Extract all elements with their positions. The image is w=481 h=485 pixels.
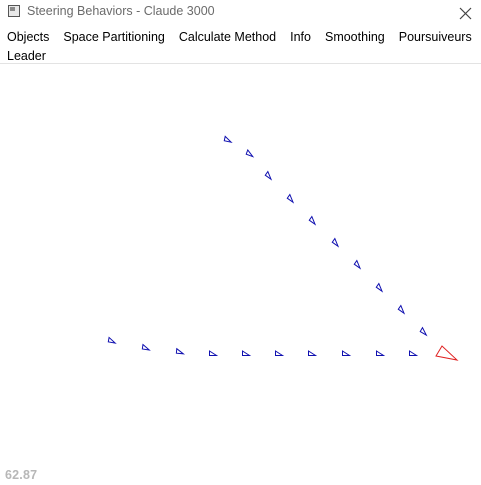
menu-calculate-method[interactable]: Calculate Method xyxy=(172,28,283,46)
agent-triangle-icon xyxy=(375,282,384,293)
agent-triangle-icon xyxy=(242,350,252,356)
menu-leader[interactable]: Leader xyxy=(0,47,53,65)
window-title: Steering Behaviors - Claude 3000 xyxy=(27,4,215,18)
app-window-icon xyxy=(8,5,20,17)
menu-info[interactable]: Info xyxy=(283,28,318,46)
close-icon xyxy=(459,7,471,19)
agent-triangle-icon xyxy=(286,193,295,204)
agent-triangle-icon xyxy=(419,326,428,337)
agent-triangle-icon xyxy=(107,336,117,344)
agent-triangle-icon xyxy=(141,343,151,351)
agent-triangle-icon xyxy=(245,148,255,158)
agent-triangle-icon xyxy=(376,350,386,356)
agent-triangle-icon xyxy=(209,350,219,356)
menu-space-partitioning[interactable]: Space Partitioning xyxy=(56,28,171,46)
agent-triangle-icon xyxy=(397,304,406,315)
agent-triangle-icon xyxy=(353,259,362,270)
agent-triangle-icon xyxy=(308,350,318,356)
menu-poursuiveurs[interactable]: Poursuiveurs xyxy=(392,28,479,46)
agent-triangle-icon xyxy=(331,237,340,248)
title-bar: Steering Behaviors - Claude 3000 xyxy=(0,0,481,26)
fps-counter: 62.87 xyxy=(5,468,38,482)
leader-triangle-icon xyxy=(435,345,459,361)
menu-smoothing[interactable]: Smoothing xyxy=(318,28,392,46)
simulation-canvas xyxy=(107,135,459,361)
menu-row-2: Leader xyxy=(0,47,53,65)
agent-triangle-icon xyxy=(264,170,273,181)
agent-triangle-icon xyxy=(409,350,419,356)
agent-triangle-icon xyxy=(275,350,285,356)
menu-bar: Objects Space Partitioning Calculate Met… xyxy=(0,26,481,64)
agent-layer xyxy=(107,135,459,361)
agent-triangle-icon xyxy=(308,215,317,226)
close-button[interactable] xyxy=(449,0,481,26)
menu-objects[interactable]: Objects xyxy=(0,28,56,46)
agent-triangle-icon xyxy=(175,347,186,355)
agent-triangle-icon xyxy=(223,135,233,144)
menu-row-1: Objects Space Partitioning Calculate Met… xyxy=(0,28,479,46)
agent-triangle-icon xyxy=(342,350,352,356)
